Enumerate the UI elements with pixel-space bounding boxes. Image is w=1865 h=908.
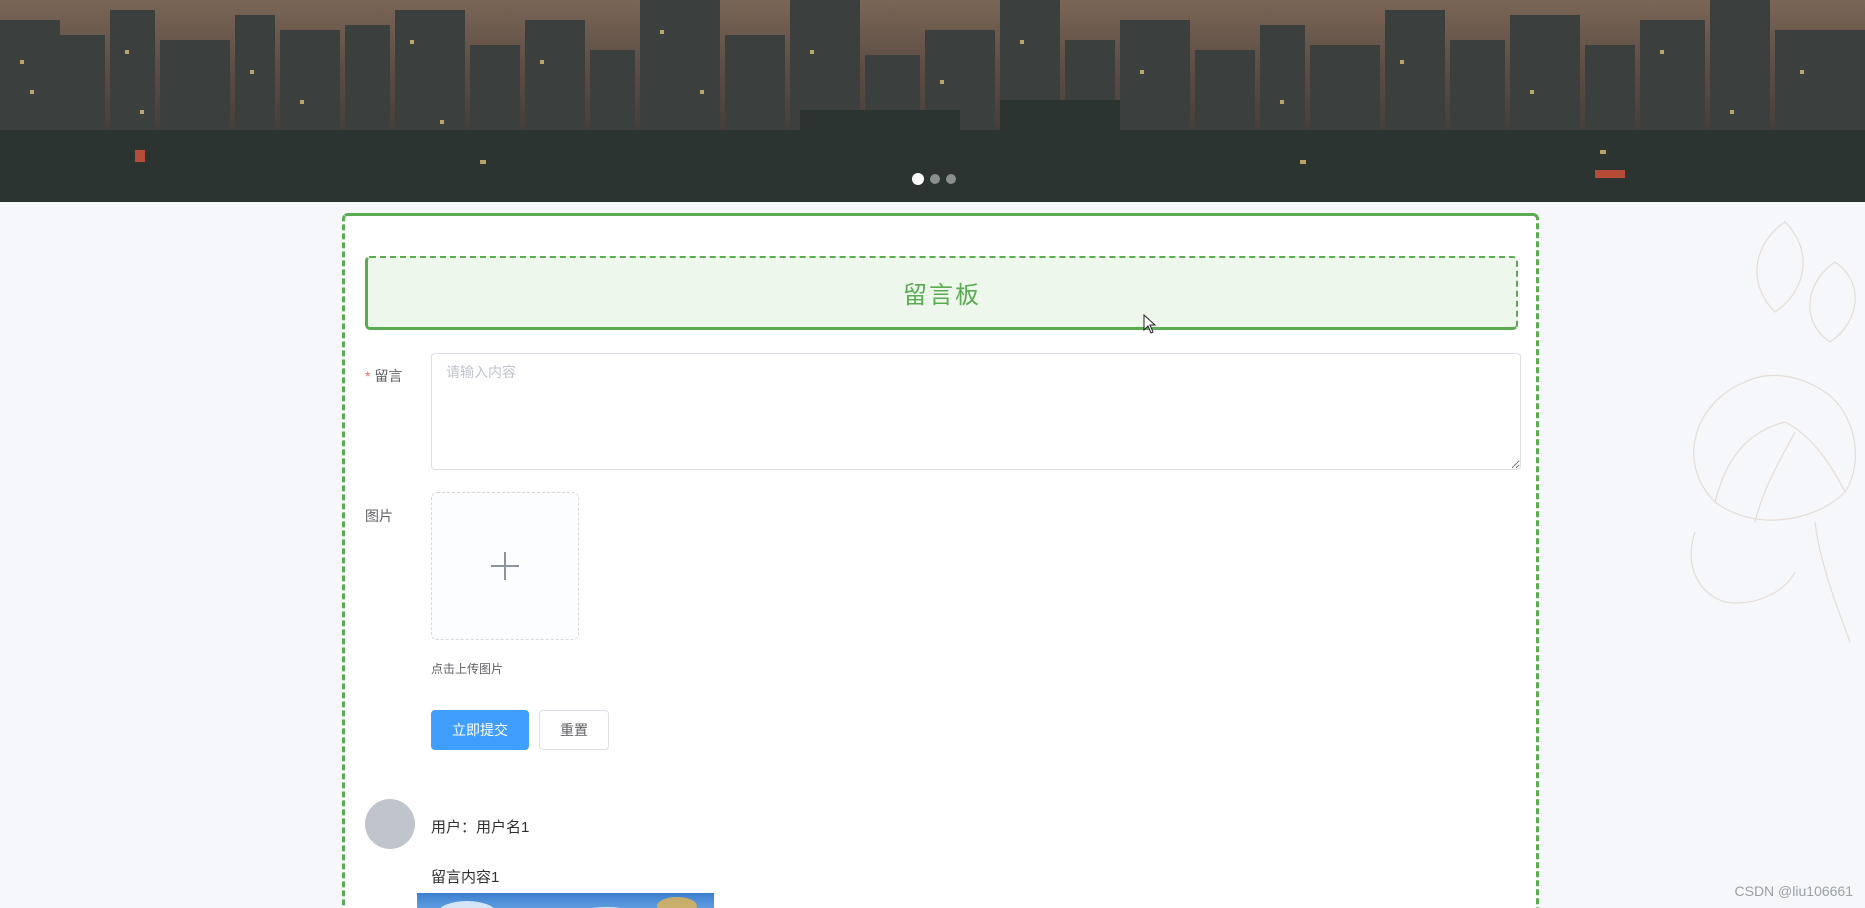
comment-text: 留言内容1 [431,869,500,886]
board-header: 留言板 [365,256,1518,330]
comment-username: 用户：用户名1 [431,819,530,836]
watermark-text: CSDN @liu106661 [1734,883,1854,899]
upload-tip: 点击上传图片 [431,662,504,676]
message-label-text: 留言 [374,368,403,384]
plus-icon [491,552,519,580]
submit-button[interactable]: 立即提交 [431,710,529,750]
carousel-dot-1[interactable] [912,173,924,185]
reset-button[interactable]: 重置 [539,710,609,750]
page-title: 留言板 [903,282,981,309]
carousel-dot-3[interactable] [946,174,956,184]
mouse-cursor-icon [1143,314,1157,334]
required-mark: * [365,368,371,384]
image-uploader[interactable] [431,492,579,640]
banner-carousel[interactable] [0,0,1865,202]
image-label: 图片 [365,508,393,524]
message-label: * 留言 [365,366,402,386]
city-skyline-image [0,0,1865,202]
carousel-dot-2[interactable] [930,174,940,184]
message-board-card: 留言板 *留言 图片 点击上传图片 立即提交 重置 用户：用户名1 留言内容1 [342,213,1539,908]
avatar [365,799,415,849]
carousel-indicators [912,173,956,185]
message-textarea[interactable] [431,353,1521,470]
comment-image[interactable] [417,893,714,908]
lotus-decoration-icon [1690,221,1856,643]
